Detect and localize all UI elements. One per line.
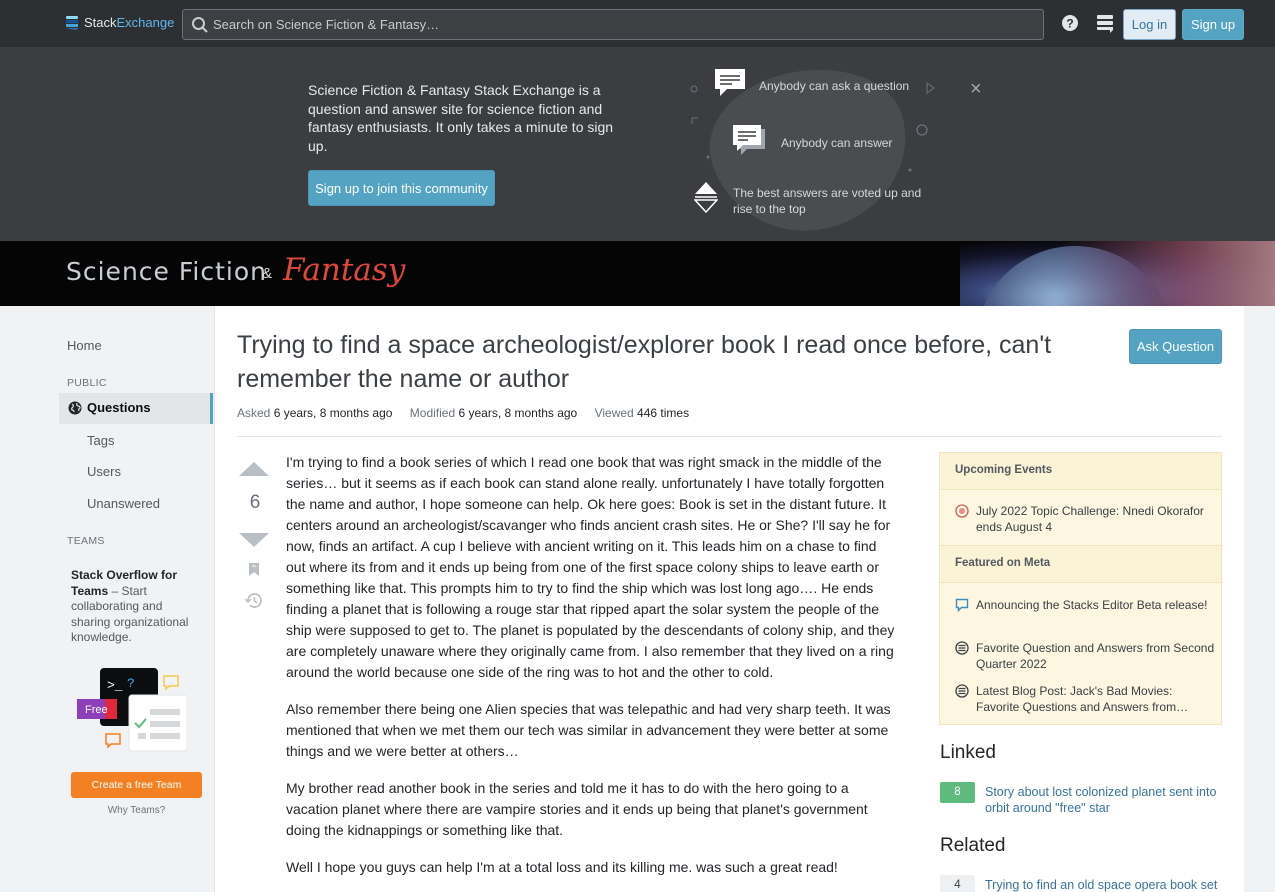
login-button[interactable]: Log in xyxy=(1123,9,1176,40)
featured-meta-header: Featured on Meta xyxy=(940,545,1221,583)
signup-hero: Science Fiction & Fantasy Stack Exchange… xyxy=(0,47,1275,253)
ask-question-button[interactable]: Ask Question xyxy=(1129,329,1222,364)
viewed-value: 446 times xyxy=(637,406,690,420)
hero-description: Science Fiction & Fantasy Stack Exchange… xyxy=(308,82,614,154)
stackexchange-logo-icon xyxy=(66,15,78,30)
hero-illustration: Anybody can ask a question Anybody can a… xyxy=(688,47,948,253)
meta-item[interactable]: Announcing the Stacks Editor Beta releas… xyxy=(955,597,1215,613)
linked-header: Linked xyxy=(940,742,996,763)
related-question-link[interactable]: Trying to find an old space opera book s… xyxy=(985,877,1220,892)
meta-chat-icon xyxy=(955,598,969,612)
nav-questions-label: Questions xyxy=(87,400,151,415)
event-item-text: July 2022 Topic Challenge: Nnedi Okorafo… xyxy=(976,504,1204,534)
site-switcher-icon[interactable] xyxy=(1097,15,1113,33)
related-score: 4 xyxy=(940,875,975,892)
search-box[interactable] xyxy=(182,9,1044,40)
meta-item-text: Favorite Question and Answers from Secon… xyxy=(976,641,1215,671)
stackexchange-logo[interactable]: Stack Exchange xyxy=(66,15,174,30)
stackexchange-meta-icon xyxy=(955,641,969,655)
title-divider xyxy=(237,436,1222,437)
stackexchange-meta-icon xyxy=(955,684,969,698)
modified-value[interactable]: 6 years, 8 months ago xyxy=(458,406,577,420)
question-meta: Asked 6 years, 8 months ago Modified 6 y… xyxy=(237,406,703,420)
search-icon xyxy=(192,17,208,33)
asked-label: Asked xyxy=(237,406,271,420)
downvote-icon[interactable] xyxy=(237,532,271,549)
help-icon[interactable]: ? xyxy=(1061,14,1079,32)
main-content: Trying to find a space archeologist/expl… xyxy=(214,306,1244,892)
create-team-button[interactable]: Create a free Team xyxy=(71,772,202,798)
teams-promo: Stack Overflow for Teams – Start collabo… xyxy=(71,568,201,646)
site-banner: Science Fiction & Fantasy xyxy=(0,241,1275,306)
meta-item-text: Announcing the Stacks Editor Beta releas… xyxy=(976,598,1208,612)
community-bulletin: Upcoming Events July 2022 Topic Challeng… xyxy=(939,452,1222,725)
left-sidebar: Home PUBLIC Questions Tags Users Unanswe… xyxy=(59,306,214,892)
viewed-label: Viewed xyxy=(594,406,634,420)
upcoming-events-header: Upcoming Events xyxy=(940,452,1221,490)
teams-illustration: >_ ? Free xyxy=(77,668,188,756)
asked-value: 6 years, 8 months ago xyxy=(273,406,393,420)
search-input[interactable] xyxy=(213,10,1033,39)
nav-home[interactable]: Home xyxy=(67,338,102,353)
nav-questions[interactable]: Questions xyxy=(59,393,213,424)
site-title-science-fiction[interactable]: Science Fiction xyxy=(66,257,267,286)
question-paragraph: Also remember there being one Alien spec… xyxy=(286,701,891,759)
site-title-ampersand: & xyxy=(262,265,273,282)
free-badge: Free xyxy=(85,704,108,716)
answer-bubble-icon xyxy=(733,125,765,155)
svg-text:?: ? xyxy=(127,676,135,691)
nav-section-public: PUBLIC xyxy=(67,377,107,389)
top-bar: StackExchange ? Log in Sign up xyxy=(0,0,1275,48)
bookmark-icon[interactable] xyxy=(248,562,260,577)
linked-score: 8 xyxy=(940,782,975,803)
related-header: Related xyxy=(940,835,1006,856)
logo-text-stack: Stack xyxy=(84,15,117,30)
svg-text:?: ? xyxy=(1066,17,1073,31)
history-icon[interactable] xyxy=(245,592,263,609)
signup-button[interactable]: Sign up xyxy=(1182,9,1244,40)
question-paragraph: I'm trying to find a book series of whic… xyxy=(286,454,895,680)
question-body: I'm trying to find a book series of whic… xyxy=(286,452,898,892)
hero-item-vote: The best answers are voted up and rise t… xyxy=(733,186,922,216)
chat-bubble-icon xyxy=(715,69,745,96)
banner-nebula xyxy=(1060,241,1275,306)
upvote-icon[interactable] xyxy=(237,460,271,477)
event-icon xyxy=(955,504,969,518)
hero-item-answer: Anybody can answer xyxy=(781,136,893,150)
vote-count: 6 xyxy=(249,492,261,513)
meta-item[interactable]: Latest Blog Post: Jack's Bad Movies: Fav… xyxy=(955,683,1215,715)
question-title[interactable]: Trying to find a space archeologist/expl… xyxy=(237,328,1097,396)
question-paragraph: Well I hope you guys can help I'm at a t… xyxy=(286,859,838,875)
meta-item[interactable]: Favorite Question and Answers from Secon… xyxy=(955,640,1215,672)
nav-tags[interactable]: Tags xyxy=(87,433,114,448)
event-item[interactable]: July 2022 Topic Challenge: Nnedi Okorafo… xyxy=(955,503,1215,535)
site-title-fantasy[interactable]: Fantasy xyxy=(283,252,405,288)
join-community-button[interactable]: Sign up to join this community xyxy=(308,170,495,206)
nav-users[interactable]: Users xyxy=(87,464,121,479)
nav-unanswered[interactable]: Unanswered xyxy=(87,496,160,511)
linked-question-link[interactable]: Story about lost colonized planet sent i… xyxy=(985,784,1220,816)
modified-label: Modified xyxy=(409,406,456,420)
hero-item-ask: Anybody can ask a question xyxy=(759,79,910,93)
vote-arrows-icon xyxy=(694,182,718,214)
meta-item-text: Latest Blog Post: Jack's Bad Movies: Fav… xyxy=(976,684,1189,714)
why-teams-link[interactable]: Why Teams? xyxy=(71,805,202,816)
question-paragraph: My brother read another book in the seri… xyxy=(286,780,868,838)
globe-icon xyxy=(68,401,82,415)
close-icon[interactable]: × xyxy=(970,78,982,101)
svg-text:>_: >_ xyxy=(107,678,123,693)
nav-section-teams: TEAMS xyxy=(67,535,105,547)
logo-text-exchange: Exchange xyxy=(116,15,175,30)
